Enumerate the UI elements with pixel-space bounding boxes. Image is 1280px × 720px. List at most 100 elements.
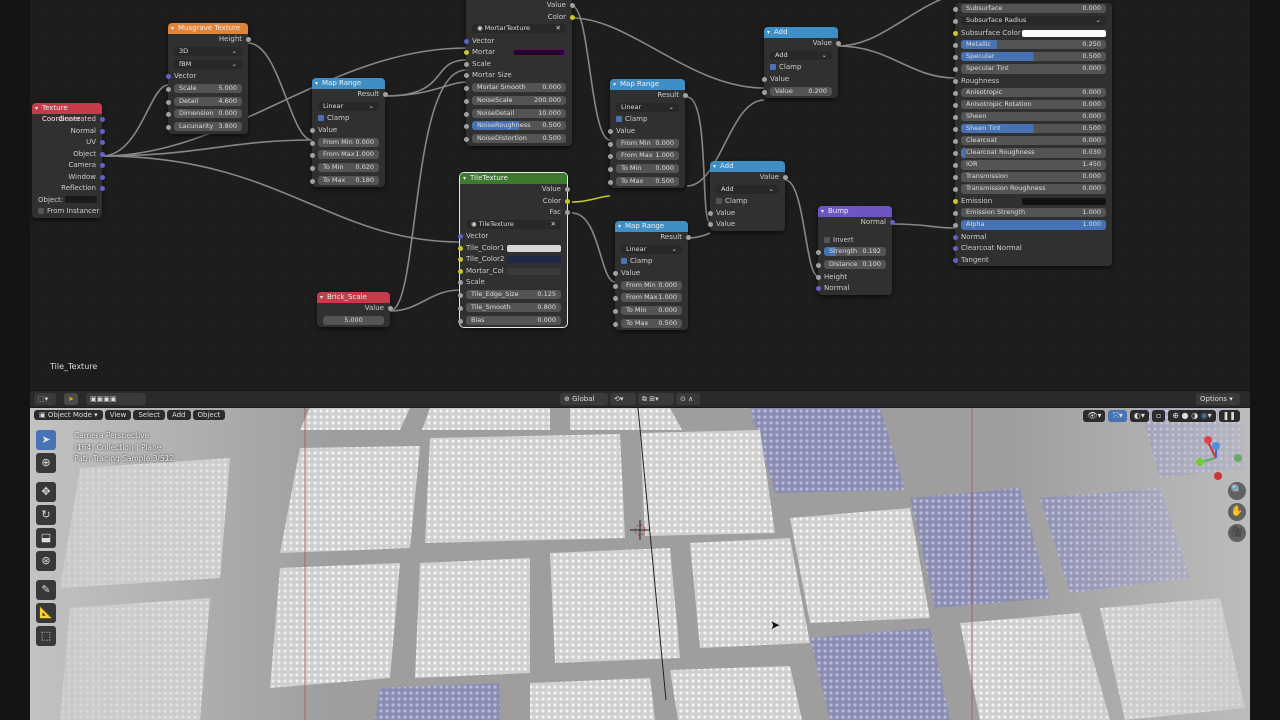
input-emission[interactable]: Emission	[952, 196, 1112, 208]
input-tangent[interactable]: Tangent	[952, 255, 1112, 267]
node-title[interactable]: Bump	[818, 206, 892, 217]
input-vector[interactable]: Vector	[463, 36, 572, 48]
output-value[interactable]: Value	[460, 184, 570, 196]
transform-tool-icon[interactable]: ⊛	[36, 551, 56, 571]
close-icon[interactable]: ✕	[556, 24, 561, 33]
input-vector[interactable]: Vector	[457, 231, 567, 243]
output-result[interactable]: Result	[615, 232, 691, 244]
close-icon[interactable]: ✕	[551, 220, 556, 229]
menu-add[interactable]: Add	[166, 410, 191, 420]
noise-scale-field[interactable]: NoiseScale 200.000	[472, 95, 566, 105]
pivot-point-icon[interactable]: ⟲▾	[610, 393, 636, 405]
node-group-selector[interactable]: ◉ MortarTexture ✕	[472, 24, 566, 34]
input-value[interactable]: Value	[761, 74, 838, 86]
distance-field[interactable]: Distance 0.100	[824, 260, 886, 269]
specular-tint-field[interactable]: Specular Tint 0.000	[961, 64, 1106, 74]
node-title[interactable]: Add	[710, 161, 785, 172]
bump-node[interactable]: Bump Normal Invert Strength0.192 Distanc…	[815, 206, 895, 295]
input-normal[interactable]: Normal	[952, 232, 1112, 244]
output-result[interactable]: Result	[312, 89, 388, 101]
input-anisotropic-rotation[interactable]: Anisotropic Rotation 0.000	[952, 99, 1112, 112]
from-min-field[interactable]: From Min 0.000	[621, 280, 682, 290]
output-result[interactable]: Result	[610, 90, 688, 102]
navigation-gizmo[interactable]	[1188, 432, 1244, 484]
mortar-smooth-field[interactable]: Mortar Smooth 0.000	[472, 83, 566, 92]
input-specular-tint[interactable]: Specular Tint 0.000	[952, 64, 1112, 76]
transmission-roughness-field[interactable]: Transmission Roughness 0.000	[961, 184, 1106, 194]
mortar-texture-node[interactable]: Value Color ◉ MortarTexture ✕ Vector Mort…	[463, 0, 575, 146]
interpolation-dropdown[interactable]: Linear ⌄	[318, 101, 379, 111]
to-max-field[interactable]: To Max 0.180	[318, 175, 379, 185]
xray-icon[interactable]: ▫	[1151, 410, 1166, 422]
from-max-field[interactable]: From Max 1.000	[318, 150, 379, 160]
input-metallic[interactable]: Metallic 0.250	[952, 39, 1112, 52]
camera-view-icon[interactable]: 🎥	[1228, 524, 1246, 542]
input-value[interactable]: Value	[309, 125, 385, 137]
bias-field[interactable]: Bias 0.000	[466, 315, 561, 325]
input-sheen[interactable]: Sheen 0.000	[952, 111, 1112, 124]
output-value[interactable]: Value	[710, 172, 788, 184]
input-subsurface-radius[interactable]: Subsurface Radius ⌄	[952, 16, 1112, 28]
musgrave-type-dropdown[interactable]: fBM ⌄	[174, 59, 242, 69]
metallic-field[interactable]: Metallic 0.250	[961, 39, 1106, 50]
texture-coordinate-node[interactable]: Texture Coordinate Generated Normal UV O…	[32, 103, 105, 218]
node-title[interactable]: Add	[764, 27, 838, 38]
sheen-field[interactable]: Sheen 0.000	[961, 111, 1106, 122]
output-value[interactable]: Value	[466, 0, 575, 12]
operation-dropdown[interactable]: Add ⌄	[716, 184, 779, 194]
clamp-checkbox[interactable]: Clamp	[710, 196, 785, 208]
node-title[interactable]: Brick_Scale	[317, 292, 390, 303]
input-transmission[interactable]: Transmission 0.000	[952, 172, 1112, 184]
color-swatch[interactable]	[1022, 197, 1106, 205]
scale-tool-icon[interactable]: ⬓	[36, 528, 56, 548]
pause-icon[interactable]: ❚❚	[1218, 410, 1240, 422]
input-emission-strength[interactable]: Emission Strength 1.000	[952, 208, 1112, 220]
add-cube-tool-icon[interactable]: ⬚	[36, 626, 56, 646]
input-subsurface-color[interactable]: Subsurface Color	[952, 28, 1112, 40]
musgrave-texture-node[interactable]: Musgrave Texture Height 3D⌄ fBM⌄ Vector …	[165, 23, 251, 134]
zoom-icon[interactable]: 🔍	[1228, 482, 1246, 500]
to-max-field[interactable]: To Max 0.500	[616, 176, 679, 186]
node-title[interactable]: Map Range	[312, 78, 385, 89]
input-value[interactable]: Value	[612, 268, 688, 280]
input-scale[interactable]: Scale	[457, 277, 567, 289]
menu-view[interactable]: View	[104, 410, 132, 420]
input-scale[interactable]: Scale	[463, 59, 572, 71]
menu-select[interactable]: Select	[133, 410, 165, 420]
output-reflection[interactable]: Reflection	[32, 183, 105, 195]
output-uv[interactable]: UV	[32, 137, 105, 149]
output-color[interactable]: Color	[460, 196, 570, 208]
output-normal[interactable]: Normal	[32, 126, 105, 138]
clearcoat-roughness-field[interactable]: Clearcoat Roughness 0.030	[961, 148, 1106, 158]
from-max-field[interactable]: From Max 1.000	[616, 151, 679, 161]
overlays-icon[interactable]: ◐▾	[1129, 410, 1149, 422]
input-tile-color2[interactable]: Tile_Color2	[457, 254, 567, 266]
from-min-field[interactable]: From Min 0.000	[616, 138, 679, 148]
input-height[interactable]: Height	[815, 272, 892, 284]
map-range-node-3[interactable]: Map Range Result Linear⌄ Clamp Value Fro…	[612, 221, 691, 331]
input-mortar-col[interactable]: Mortar_Col	[457, 266, 567, 278]
input-anisotropic[interactable]: Anisotropic 0.000	[952, 87, 1112, 100]
node-title[interactable]: Map Range	[610, 79, 685, 90]
output-value[interactable]: Value	[764, 38, 841, 50]
output-fac[interactable]: Fac	[460, 207, 570, 219]
from-min-field[interactable]: From Min 0.000	[318, 137, 379, 147]
clamp-checkbox[interactable]: Clamp	[610, 114, 685, 126]
output-color[interactable]: Color	[466, 12, 575, 24]
anisotropic-rotation-field[interactable]: Anisotropic Rotation 0.000	[961, 99, 1106, 110]
select-box-tool-icon[interactable]: ➤	[36, 430, 56, 450]
pan-hand-icon[interactable]: ✋	[1228, 503, 1246, 521]
sheen-tint-field[interactable]: Sheen Tint 0.500	[961, 124, 1106, 134]
output-normal[interactable]: Normal	[818, 217, 895, 229]
anisotropic-field[interactable]: Anisotropic 0.000	[961, 87, 1106, 98]
dimension-field[interactable]: Dimension 0.000	[174, 109, 242, 119]
input-mortar[interactable]: Mortar	[463, 47, 572, 59]
clamp-checkbox[interactable]: Clamp	[764, 62, 838, 74]
input-value[interactable]: Value	[607, 126, 685, 138]
specular-field[interactable]: Specular 0.500	[961, 52, 1106, 62]
input-transmission-roughness[interactable]: Transmission Roughness 0.000	[952, 184, 1112, 196]
input-sheen-tint[interactable]: Sheen Tint 0.500	[952, 124, 1112, 136]
value-field[interactable]: Value 0.200	[770, 86, 832, 96]
output-generated[interactable]: Generated	[32, 114, 105, 126]
input-vector[interactable]: Vector	[165, 71, 248, 83]
